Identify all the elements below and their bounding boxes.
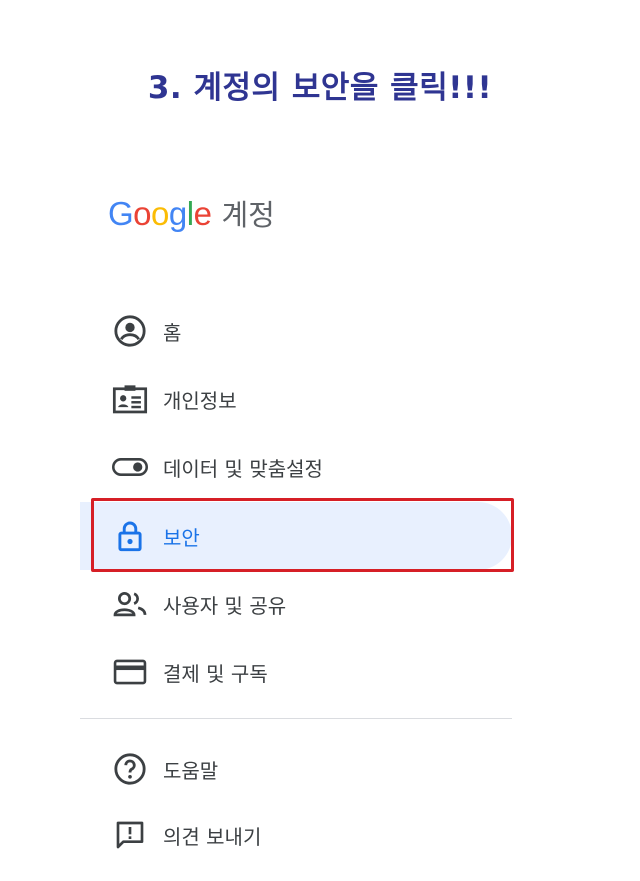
logo-letter-o2: o xyxy=(151,195,169,232)
instruction-heading: 3. 계정의 보안을 클릭!!! xyxy=(147,70,493,106)
people-icon xyxy=(112,586,148,622)
nav-item-people-sharing[interactable]: 사용자 및 공유 xyxy=(80,570,512,638)
feedback-icon xyxy=(112,817,148,853)
account-circle-icon xyxy=(112,313,148,349)
nav-label-home: 홈 xyxy=(163,320,182,345)
logo-letter-e: e xyxy=(193,195,212,232)
logo-letter-l: l xyxy=(186,195,194,232)
nav-item-data-personalization[interactable]: 데이터 및 맞춤설정 xyxy=(80,433,512,501)
google-logo: Google xyxy=(108,195,212,233)
nav-item-payments[interactable]: 결제 및 구독 xyxy=(80,638,512,706)
brand-product-name: 계정 xyxy=(221,198,275,232)
nav-divider xyxy=(80,718,512,719)
logo-letter-g2: g xyxy=(168,195,187,232)
credit-card-icon xyxy=(112,654,148,690)
nav-label-feedback: 의견 보내기 xyxy=(163,824,262,849)
nav-item-home[interactable]: 홈 xyxy=(80,297,512,365)
nav-label-help: 도움말 xyxy=(163,758,219,783)
nav-item-feedback[interactable]: 의견 보내기 xyxy=(80,801,512,869)
nav-label-people-sharing: 사용자 및 공유 xyxy=(163,593,287,618)
google-account-brand[interactable]: Google 계정 xyxy=(108,192,275,242)
help-icon xyxy=(112,751,148,787)
logo-letter-o1: o xyxy=(133,195,152,232)
id-card-icon xyxy=(112,381,148,417)
nav-item-personal-info[interactable]: 개인정보 xyxy=(80,365,512,433)
logo-letter-g1: G xyxy=(108,195,134,232)
nav-label-personal-info: 개인정보 xyxy=(163,388,237,413)
nav-item-help[interactable]: 도움말 xyxy=(80,735,512,803)
toggle-icon xyxy=(112,449,148,485)
security-highlight-box xyxy=(91,498,514,572)
nav-label-data-personalization: 데이터 및 맞춤설정 xyxy=(163,456,323,481)
nav-label-payments: 결제 및 구독 xyxy=(163,661,268,686)
